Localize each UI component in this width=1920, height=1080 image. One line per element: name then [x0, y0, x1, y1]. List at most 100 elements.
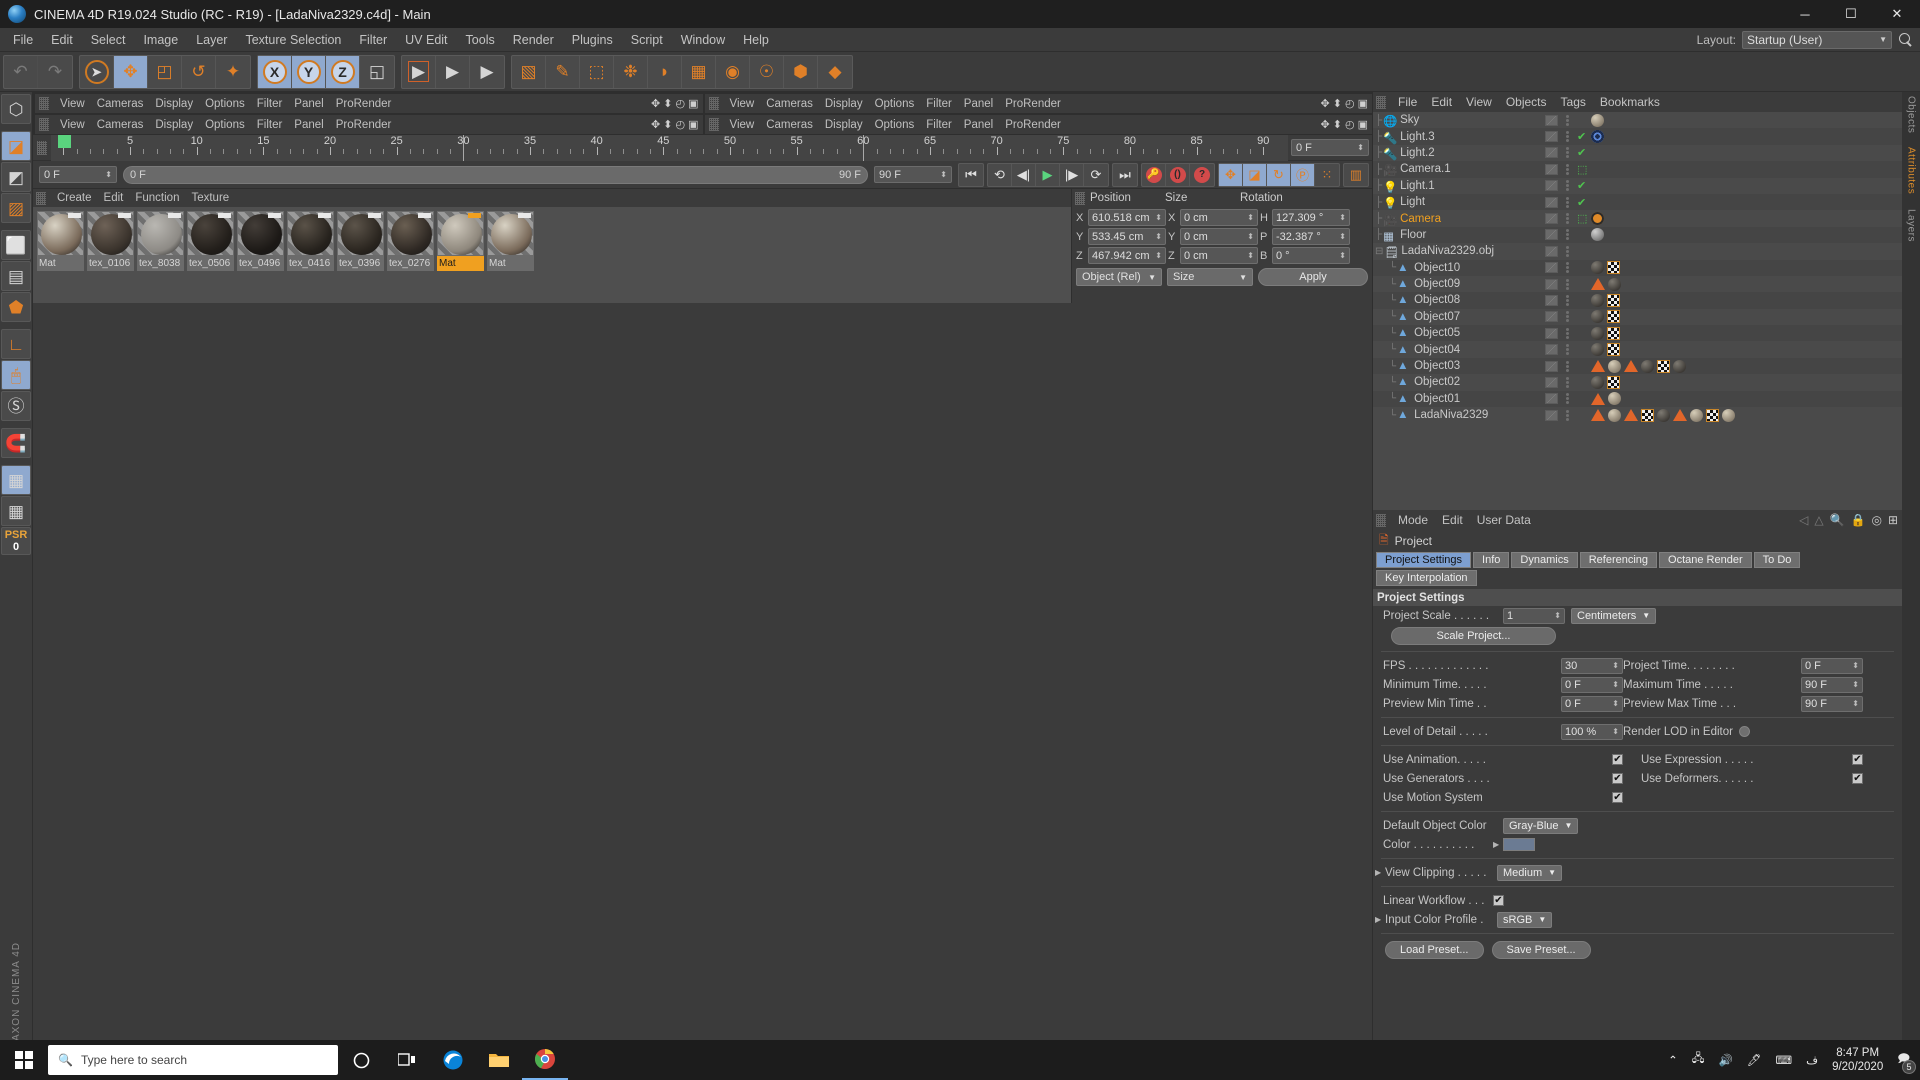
- enable-check-icon[interactable]: ⬚: [1577, 163, 1588, 176]
- color-swatch[interactable]: [1503, 838, 1535, 851]
- axis-y-icon[interactable]: Y: [292, 55, 326, 88]
- position-field[interactable]: 533.45 cm ⬍: [1088, 228, 1166, 245]
- redo-icon[interactable]: ↷: [38, 56, 72, 88]
- viewport-top[interactable]: View Cameras Display Options Filter Panel ProR…: [704, 94, 1372, 113]
- viewport-menu-filter[interactable]: Filter: [251, 118, 289, 132]
- search-icon[interactable]: [1898, 32, 1914, 48]
- object-row[interactable]: └ ▲ Object01: [1373, 390, 1543, 408]
- pan-icon[interactable]: ✥: [1321, 118, 1330, 131]
- uv-texture-tag-icon[interactable]: [1641, 408, 1654, 422]
- material-tag-icon[interactable]: [1591, 228, 1604, 242]
- material-preview[interactable]: [387, 211, 434, 256]
- object-world-icon[interactable]: ◱: [360, 56, 394, 88]
- spinner-icon[interactable]: ⬍: [1339, 213, 1346, 222]
- layer-dots-icon[interactable]: [1561, 360, 1574, 372]
- points-mode-icon[interactable]: ⬜: [1, 230, 31, 260]
- material-tag-icon[interactable]: [1591, 293, 1604, 307]
- material-tag-icon[interactable]: [1591, 375, 1604, 389]
- apply-button[interactable]: Apply: [1258, 268, 1368, 286]
- attr-menu-mode[interactable]: Mode: [1391, 512, 1435, 528]
- visibility-toggle-icon[interactable]: [1545, 180, 1558, 192]
- viewport-menu-panel[interactable]: Panel: [958, 118, 999, 132]
- cortana-icon[interactable]: [338, 1040, 384, 1080]
- viewport-menu-cameras[interactable]: Cameras: [91, 97, 150, 111]
- target-icon[interactable]: ◎: [1871, 513, 1881, 527]
- object-row[interactable]: ├ ▦ Floor: [1373, 226, 1543, 244]
- tab-info[interactable]: Info: [1473, 552, 1510, 568]
- visibility-toggle-icon[interactable]: [1545, 360, 1558, 372]
- lock-icon[interactable]: 🔒: [1851, 513, 1866, 527]
- record-key-button[interactable]: 🔑: [1142, 163, 1166, 186]
- viewport-menu-panel[interactable]: Panel: [288, 118, 329, 132]
- object-row[interactable]: └ ▲ Object10: [1373, 259, 1543, 276]
- make-editable-icon[interactable]: ⬡: [1, 94, 31, 124]
- uv-texture-tag-icon[interactable]: [1607, 310, 1620, 324]
- menu-tools[interactable]: Tools: [457, 31, 504, 49]
- uv-texture-tag-icon[interactable]: [1657, 359, 1670, 373]
- language-icon[interactable]: ف: [1806, 1053, 1818, 1067]
- timeline-grip-icon[interactable]: [37, 140, 47, 155]
- edges-mode-icon[interactable]: ▤: [1, 261, 31, 291]
- task-view-icon[interactable]: [384, 1040, 430, 1080]
- uv-texture-tag-icon[interactable]: [1706, 408, 1719, 422]
- maximize-viewport-icon[interactable]: ▣: [1358, 118, 1368, 131]
- snap-s-icon[interactable]: Ⓢ: [1, 391, 31, 421]
- light-icon[interactable]: ☉: [750, 55, 784, 88]
- viewport-menu-options[interactable]: Options: [869, 118, 921, 132]
- layer-dots-icon[interactable]: [1561, 344, 1574, 356]
- toggle-checkbox[interactable]: ✔: [1612, 754, 1623, 765]
- enable-check-icon[interactable]: ✔: [1577, 146, 1588, 159]
- material-item[interactable]: tex_8038: [137, 211, 184, 271]
- viewport-menu-panel[interactable]: Panel: [288, 97, 329, 111]
- field-input[interactable]: 90 F ⬍: [1801, 695, 1863, 712]
- enable-check-icon[interactable]: ✔: [1577, 196, 1588, 209]
- close-button[interactable]: ✕: [1874, 0, 1920, 28]
- taskbar-search[interactable]: 🔍 Type here to search: [48, 1045, 338, 1075]
- spinner-icon[interactable]: ⬍: [1612, 699, 1619, 708]
- panel-grip-icon[interactable]: [39, 97, 49, 110]
- maximize-viewport-icon[interactable]: ▣: [688, 97, 698, 110]
- phong-tag-icon[interactable]: [1591, 409, 1605, 422]
- object-row[interactable]: └ ▲ Object03: [1373, 357, 1543, 375]
- autokey-button[interactable]: (): [1166, 163, 1190, 186]
- object-row[interactable]: └ ▲ Object02: [1373, 374, 1543, 390]
- array-icon[interactable]: ❉: [614, 55, 648, 88]
- expand-arrow-icon[interactable]: ▶: [1493, 840, 1503, 849]
- spinner-icon[interactable]: ⬍: [1554, 611, 1561, 620]
- project-scale-field[interactable]: 1 ⬍: [1503, 607, 1565, 624]
- menu-uv-edit[interactable]: UV Edit: [396, 31, 456, 49]
- layer-dots-icon[interactable]: [1561, 311, 1574, 323]
- phong-tag-icon[interactable]: [1673, 409, 1687, 422]
- dolly-icon[interactable]: ⬍: [663, 97, 672, 110]
- spinner-icon[interactable]: ⬍: [1612, 727, 1619, 736]
- material-tag-icon[interactable]: [1591, 113, 1604, 127]
- viewport-menu-display[interactable]: Display: [819, 118, 869, 132]
- record-scale-button[interactable]: ◪: [1243, 163, 1267, 186]
- record-position-button[interactable]: ✥: [1219, 163, 1243, 186]
- axis-z-icon[interactable]: Z: [326, 55, 360, 88]
- spinner-icon[interactable]: ⬍: [1357, 143, 1364, 152]
- spinner-icon[interactable]: ⬍: [1339, 251, 1346, 260]
- cube-primitive-icon[interactable]: ▧: [512, 55, 546, 88]
- visibility-toggle-icon[interactable]: [1545, 213, 1558, 225]
- menu-edit[interactable]: Edit: [42, 31, 82, 49]
- viewport-menu-options[interactable]: Options: [199, 97, 251, 111]
- back-arrow-icon[interactable]: ◁: [1799, 513, 1808, 527]
- material-preview[interactable]: [487, 211, 534, 256]
- camera-icon[interactable]: ◉: [716, 55, 750, 88]
- material-menu-function[interactable]: Function: [129, 191, 185, 205]
- visibility-toggle-icon[interactable]: [1545, 311, 1558, 323]
- material-item[interactable]: tex_0106: [87, 211, 134, 271]
- layer-dots-icon[interactable]: [1561, 294, 1574, 306]
- material-item[interactable]: tex_0276: [387, 211, 434, 271]
- material-preview[interactable]: [287, 211, 334, 256]
- orbit-icon[interactable]: ◴: [675, 97, 685, 110]
- layer-dots-icon[interactable]: [1561, 409, 1574, 421]
- object-row[interactable]: ├ 🎥 Camera.1: [1373, 161, 1543, 178]
- menu-plugins[interactable]: Plugins: [563, 31, 622, 49]
- visibility-toggle-icon[interactable]: [1545, 409, 1558, 421]
- go-to-start-button[interactable]: ⏮: [959, 164, 983, 186]
- view-clipping-dropdown[interactable]: Medium ▼: [1497, 864, 1563, 881]
- menu-render[interactable]: Render: [504, 31, 563, 49]
- layer-dots-icon[interactable]: [1561, 131, 1574, 143]
